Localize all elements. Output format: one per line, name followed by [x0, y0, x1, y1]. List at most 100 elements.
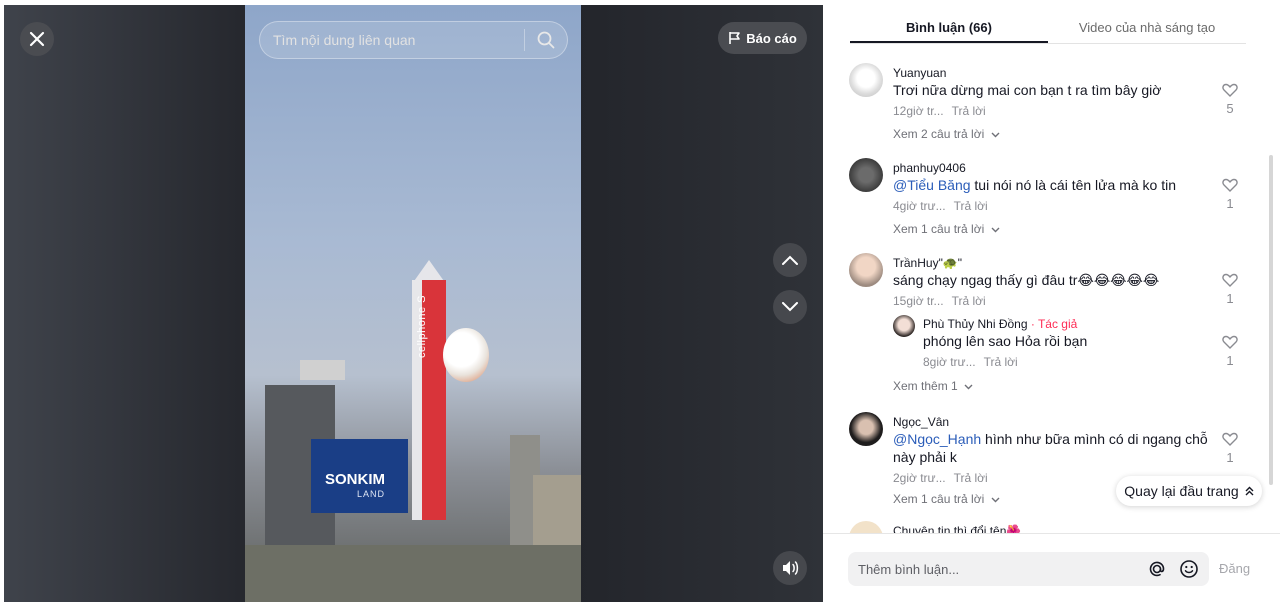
comment-text: sáng chạy ngag thấy gì đâu tr😂😂😂😂😂: [893, 272, 1160, 288]
comment-item: Yuanyuan Trơi nữa dừng mai con bạn t ra …: [849, 63, 1269, 153]
reply-button[interactable]: Trả lời: [954, 471, 988, 485]
comment-username[interactable]: Yuanyuan: [893, 66, 946, 80]
comment-text: Trơi nữa dừng mai con bạn t ra tìm bây g…: [893, 82, 1162, 98]
comment-body: tui nói nó là cái tên lửa mà ko tin: [970, 177, 1176, 193]
search-icon: [537, 31, 555, 49]
comment-text: @Tiểu Băng tui nói nó là cái tên lửa mà …: [893, 176, 1209, 194]
comment-username[interactable]: Chuyên tin thì đổi tên🌺: [893, 524, 1021, 533]
double-chevron-up-icon: [1245, 486, 1254, 496]
comment-time: 15giờ tr...: [893, 294, 944, 308]
avatar[interactable]: [849, 158, 883, 192]
heart-icon: [1222, 335, 1238, 349]
view-more-label: Xem thêm 1: [893, 379, 958, 393]
reply-button[interactable]: Trả lời: [954, 199, 988, 213]
mention-link[interactable]: @Ngọc_Hạnh: [893, 431, 981, 447]
comment-text: @Ngọc_Hạnh hình như bữa mình có di ngang…: [893, 430, 1209, 466]
like-button[interactable]: 1: [1219, 273, 1241, 306]
view-replies-button[interactable]: Xem 1 câu trả lời: [893, 222, 1000, 236]
avatar[interactable]: [849, 412, 883, 446]
chevron-down-icon: [964, 384, 973, 390]
comment-item: TrầnHuy"🐢" sáng chạy ngag thấy gì đâu tr…: [849, 253, 1269, 393]
comment-meta: 2giờ trư... Trả lời: [893, 471, 988, 485]
scrollbar[interactable]: [1269, 155, 1273, 485]
reply-author-name[interactable]: Phù Thủy Nhi Đồng: [923, 317, 1028, 331]
video-player[interactable]: cellphone S SONKIM LAND: [245, 5, 581, 602]
comment-meta: 12giờ tr... Trả lời: [893, 104, 986, 118]
comment-time: 4giờ trư...: [893, 199, 946, 213]
chevron-down-icon: [991, 227, 1000, 233]
video-pane: cellphone S SONKIM LAND Báo cáo: [4, 5, 823, 602]
heart-icon: [1222, 83, 1238, 97]
volume-button[interactable]: [773, 551, 807, 585]
comments-panel: Bình luận (66) Video của nhà sáng tạo Yu…: [823, 0, 1280, 608]
chevron-down-icon: [782, 302, 798, 312]
like-count: 5: [1226, 101, 1234, 116]
emoji-icon[interactable]: [1179, 559, 1199, 579]
previous-video-button[interactable]: [773, 243, 807, 277]
speaker-icon: [783, 561, 799, 575]
view-replies-button[interactable]: Xem 1 câu trả lời: [893, 492, 1000, 506]
comment-username[interactable]: TrầnHuy"🐢": [893, 256, 962, 270]
chevron-down-icon: [991, 132, 1000, 138]
avatar[interactable]: [893, 315, 915, 337]
comment-input[interactable]: [858, 561, 1147, 577]
building-sign: [300, 360, 345, 380]
reply-time: 8giờ trư...: [923, 355, 976, 369]
next-video-button[interactable]: [773, 290, 807, 324]
comment-time: 2giờ trư...: [893, 471, 946, 485]
mascot-balloon: [443, 328, 489, 382]
close-icon: [29, 31, 45, 47]
like-button[interactable]: 1: [1219, 432, 1241, 465]
reply-button[interactable]: Trả lời: [984, 355, 1018, 369]
post-button[interactable]: Đăng: [1219, 561, 1250, 576]
like-count: 1: [1226, 450, 1234, 465]
view-replies-label: Xem 1 câu trả lời: [893, 492, 985, 506]
like-count: 1: [1226, 353, 1234, 368]
back-to-top-button[interactable]: Quay lại đầu trang: [1116, 476, 1262, 506]
like-button[interactable]: 5: [1219, 83, 1241, 116]
reply-item: Phù Thủy Nhi Đồng · Tác giả phóng lên sa…: [893, 313, 1269, 373]
comment-composer: Đăng: [823, 533, 1280, 608]
report-button[interactable]: Báo cáo: [718, 22, 807, 54]
view-replies-label: Xem 1 câu trả lời: [893, 222, 985, 236]
avatar[interactable]: [849, 521, 883, 533]
mention-link[interactable]: @Tiểu Băng: [893, 177, 971, 193]
like-button[interactable]: 1: [1219, 335, 1241, 368]
view-more-replies-button[interactable]: Xem thêm 1: [893, 379, 973, 393]
view-replies-button[interactable]: Xem 2 câu trả lời: [893, 127, 1000, 141]
comment-time: 12giờ tr...: [893, 104, 944, 118]
comment-item: Chuyên tin thì đổi tên🌺: [849, 521, 1269, 533]
search-box: [259, 21, 568, 59]
tab-bar: Bình luận (66) Video của nhà sáng tạo: [850, 10, 1246, 44]
chevron-up-icon: [782, 255, 798, 265]
reply-meta: 8giờ trư... Trả lời: [923, 355, 1018, 369]
comment-username[interactable]: phanhuy0406: [893, 161, 966, 175]
like-count: 1: [1226, 291, 1234, 306]
reply-button[interactable]: Trả lời: [952, 294, 986, 308]
tab-comments[interactable]: Bình luận (66): [850, 10, 1048, 43]
flag-icon: [729, 32, 741, 44]
comment-input-box: [848, 552, 1209, 586]
street: [245, 545, 581, 602]
report-label: Báo cáo: [746, 30, 797, 46]
tab-creator-videos[interactable]: Video của nhà sáng tạo: [1048, 10, 1246, 43]
back-to-top-label: Quay lại đầu trang: [1124, 483, 1239, 499]
close-button[interactable]: [20, 22, 54, 56]
search-button[interactable]: [525, 21, 567, 59]
comment-item: phanhuy0406 @Tiểu Băng tui nói nó là cái…: [849, 158, 1269, 248]
like-count: 1: [1226, 196, 1234, 211]
mention-icon[interactable]: [1147, 559, 1167, 579]
comment-list[interactable]: Yuanyuan Trơi nữa dừng mai con bạn t ra …: [823, 55, 1280, 533]
chevron-down-icon: [991, 497, 1000, 503]
search-input[interactable]: [260, 32, 524, 48]
avatar[interactable]: [849, 253, 883, 287]
heart-icon: [1222, 432, 1238, 446]
billboard-brand: SONKIM: [325, 471, 385, 488]
reply-username: Phù Thủy Nhi Đồng · Tác giả: [923, 317, 1077, 331]
view-replies-label: Xem 2 câu trả lời: [893, 127, 985, 141]
like-button[interactable]: 1: [1219, 178, 1241, 211]
reply-button[interactable]: Trả lời: [952, 104, 986, 118]
heart-icon: [1222, 273, 1238, 287]
avatar[interactable]: [849, 63, 883, 97]
comment-username[interactable]: Ngọc_Vân: [893, 415, 949, 429]
